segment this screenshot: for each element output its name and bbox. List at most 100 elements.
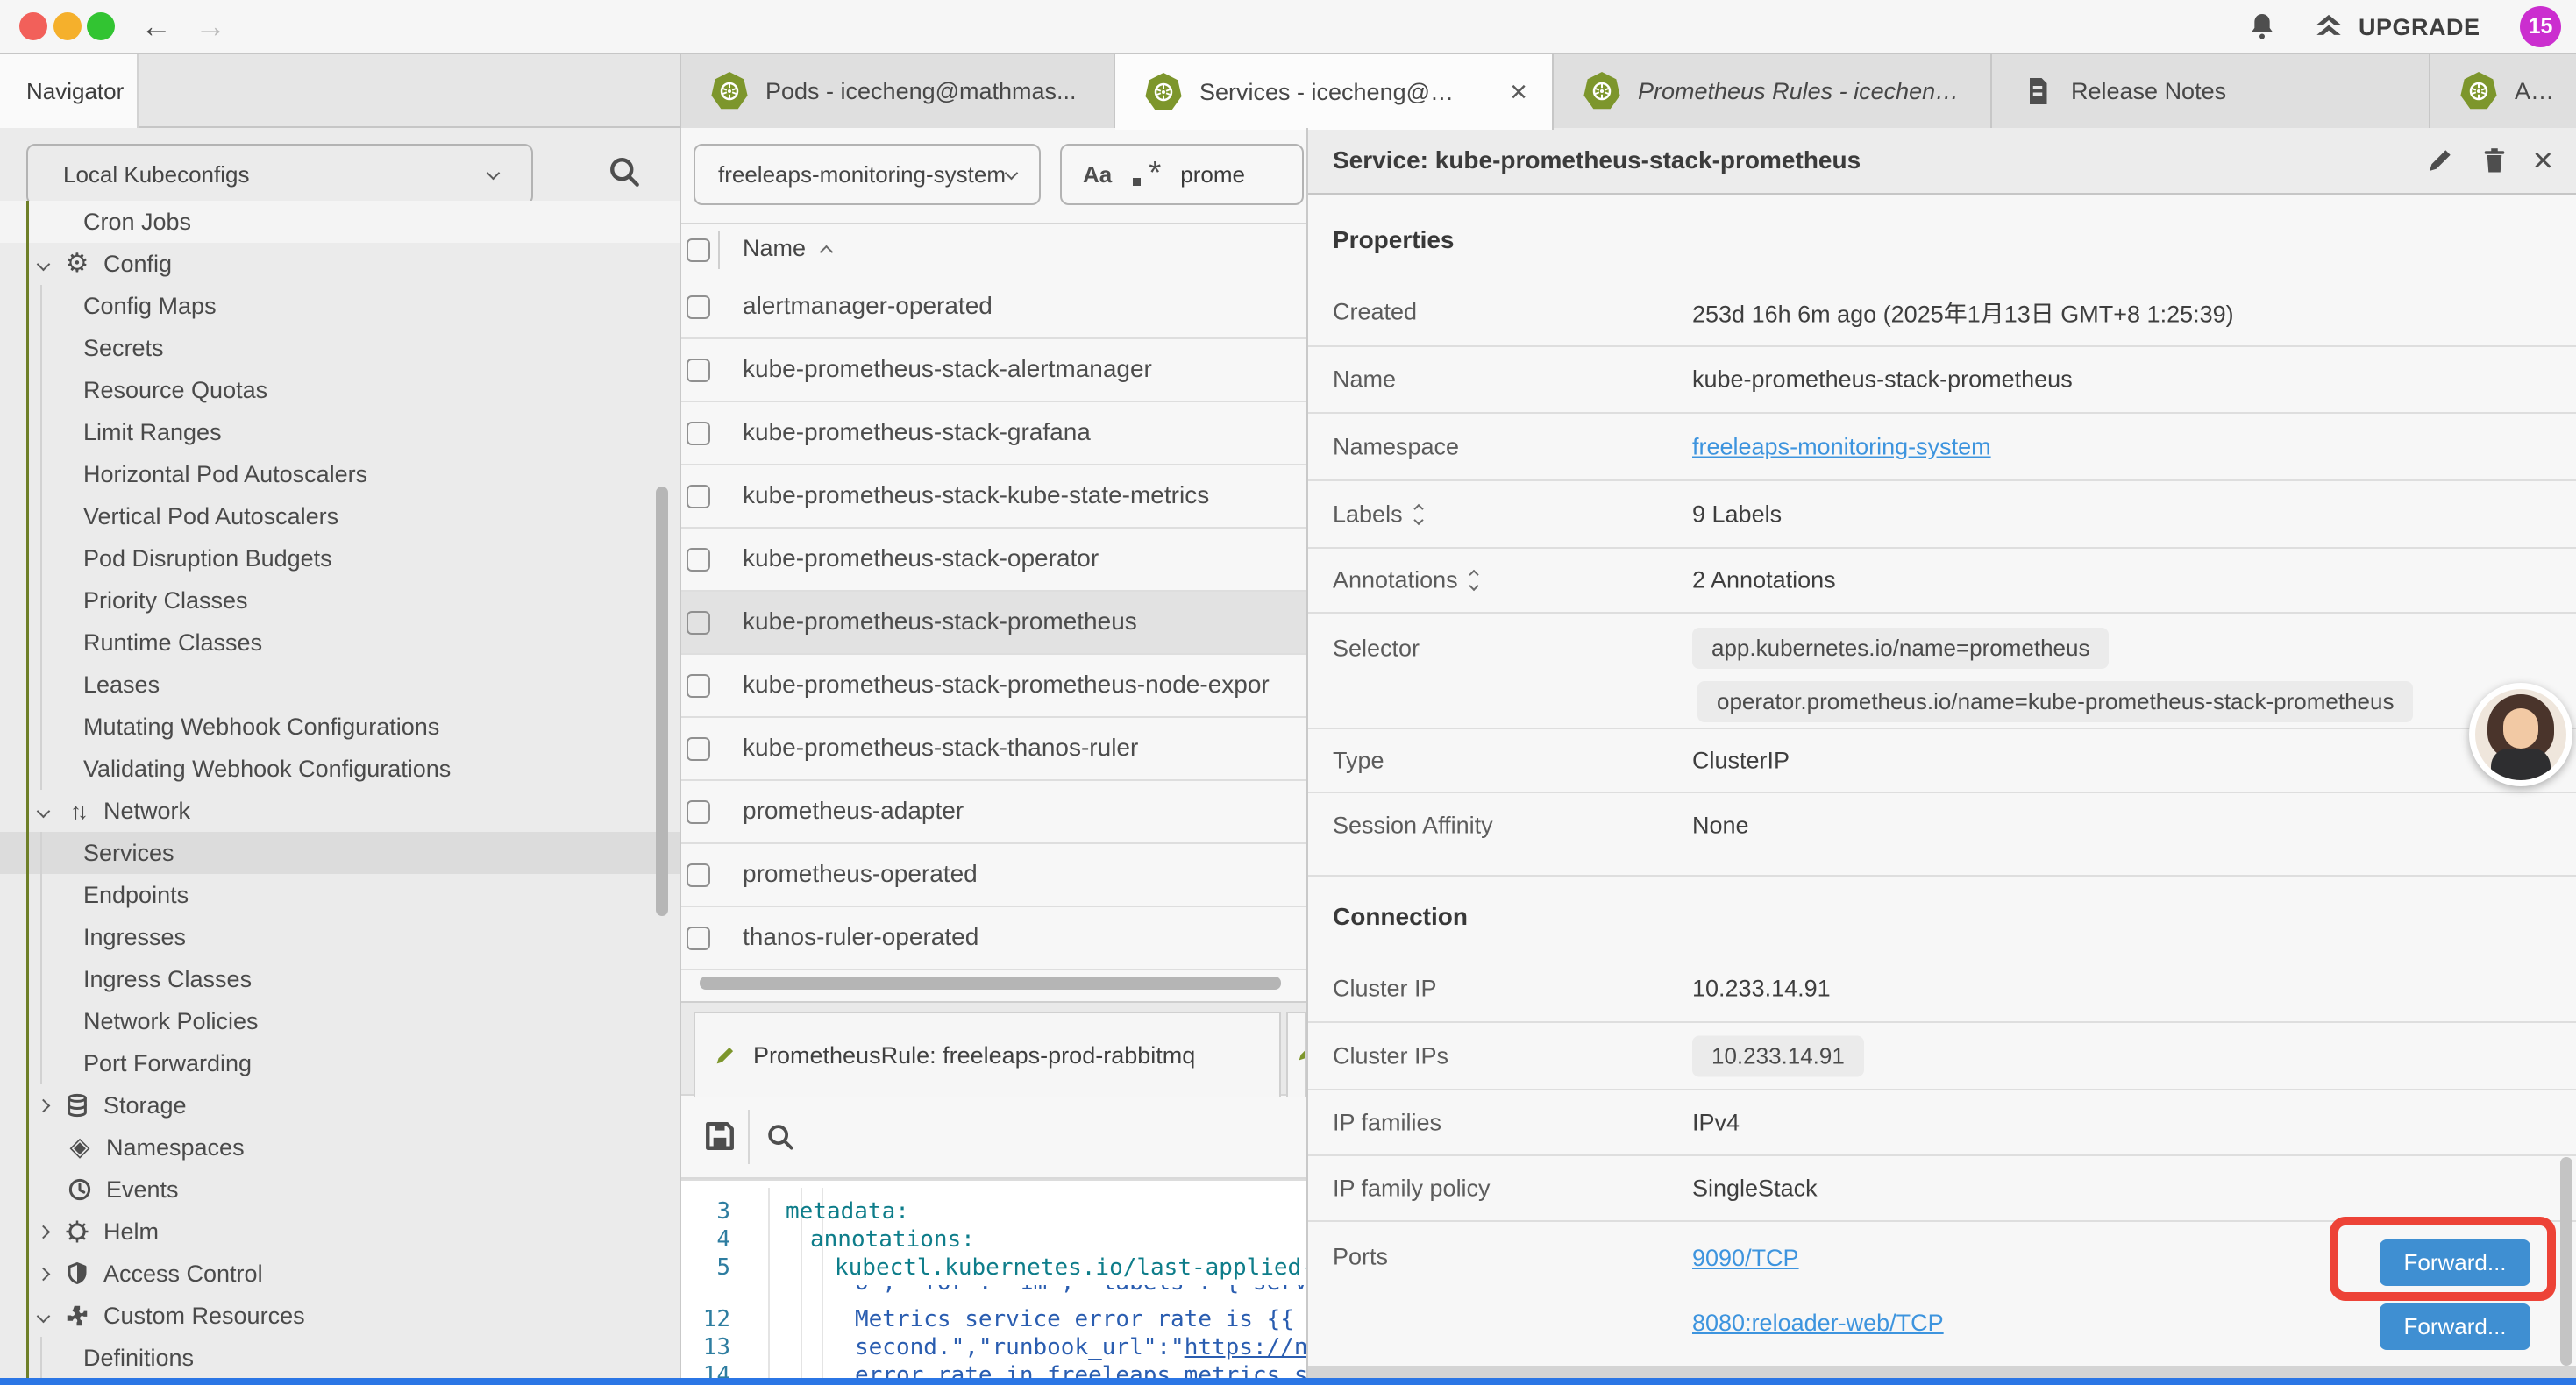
clock-icon (65, 1176, 95, 1203)
sidebar-search-icon[interactable] (605, 153, 644, 191)
sidebar-item-resource-quotas[interactable]: Resource Quotas (0, 369, 680, 411)
sidebar-item-leases[interactable]: Leases (0, 664, 680, 706)
row-checkbox[interactable] (687, 295, 710, 319)
name-filter-box[interactable]: Aa * (1060, 144, 1304, 205)
sidebar-item-secrets[interactable]: Secrets (0, 327, 680, 369)
sidebar-item-custom-resources[interactable]: Custom Resources (0, 1295, 680, 1337)
row-checkbox[interactable] (687, 548, 710, 572)
yaml-editor[interactable]: 3metadata: 4annotations: 5kubectl.kubern… (681, 1179, 1306, 1385)
tab-prometheus-rules[interactable]: Prometheus Rules - icecheng... (1554, 54, 1992, 128)
row-value: SingleStack (1692, 1175, 1818, 1202)
sidebar-item-mutating-webhook-configurations[interactable]: Mutating Webhook Configurations (0, 706, 680, 748)
sidebar-item-config-maps[interactable]: Config Maps (0, 285, 680, 327)
save-icon[interactable] (701, 1117, 739, 1155)
sidebar-item-helm[interactable]: Helm (0, 1211, 680, 1253)
sidebar-item-config[interactable]: ⚙Config (0, 243, 680, 285)
table-row[interactable]: prometheus-adapter (681, 781, 1306, 844)
table-row[interactable]: alertmanager-operated (681, 276, 1306, 339)
detail-footer-scroll-track (1308, 1366, 2576, 1378)
port-link-9090[interactable]: 9090/TCP (1692, 1245, 1799, 1272)
sidebar-item-priority-classes[interactable]: Priority Classes (0, 579, 680, 621)
row-checkbox[interactable] (687, 863, 710, 887)
expand-collapse-icon[interactable] (1470, 572, 1477, 590)
regex-toggle[interactable]: * (1131, 160, 1161, 189)
table-row[interactable]: kube-prometheus-stack-operator (681, 529, 1306, 592)
row-value: 2 Annotations (1692, 567, 1836, 594)
table-row[interactable]: kube-prometheus-stack-kube-state-metrics (681, 465, 1306, 529)
detail-scrollbar[interactable] (2560, 1157, 2572, 1366)
sidebar-item-events[interactable]: Events (0, 1168, 680, 1211)
sidebar-item-ingress-classes[interactable]: Ingress Classes (0, 958, 680, 1000)
tab-services[interactable]: Services - icecheng@math... × (1115, 54, 1554, 130)
sidebar-item-services[interactable]: Services (0, 832, 680, 874)
double-chevron-up-icon (2311, 10, 2346, 45)
table-row[interactable]: kube-prometheus-stack-alertmanager (681, 339, 1306, 402)
row-checkbox[interactable] (687, 927, 710, 950)
forward-button[interactable]: → (195, 7, 226, 46)
tab-pods[interactable]: Pods - icecheng@mathmas... (680, 54, 1115, 128)
sidebar-item-port-forwarding[interactable]: Port Forwarding (0, 1042, 680, 1084)
sidebar-item-endpoints[interactable]: Endpoints (0, 874, 680, 916)
select-all-checkbox[interactable] (687, 238, 710, 262)
row-checkbox[interactable] (687, 611, 710, 635)
edit-pencil-icon[interactable] (2424, 145, 2456, 176)
table-row-selected[interactable]: kube-prometheus-stack-prometheus (681, 592, 1306, 655)
notifications-bell-icon[interactable] (2245, 10, 2280, 45)
minimize-window-button[interactable] (53, 12, 82, 40)
code-link[interactable]: https://net (1185, 1334, 1306, 1360)
row-checkbox[interactable] (687, 422, 710, 445)
row-checkbox[interactable] (687, 359, 710, 382)
horizontal-scrollbar[interactable] (700, 977, 1281, 990)
match-case-toggle[interactable]: Aa (1083, 161, 1112, 188)
port-link-8080[interactable]: 8080:reloader-web/TCP (1692, 1310, 1944, 1337)
row-checkbox[interactable] (687, 485, 710, 508)
sidebar-item-namespaces[interactable]: ◈Namespaces (0, 1126, 680, 1168)
close-panel-icon[interactable]: × (2533, 145, 2553, 176)
row-checkbox[interactable] (687, 737, 710, 761)
tab-label: Pods - icecheng@mathmas... (765, 78, 1077, 105)
sidebar-item-horizontal-pod-autoscalers[interactable]: Horizontal Pod Autoscalers (0, 453, 680, 495)
sidebar-item-access-control[interactable]: Access Control (0, 1253, 680, 1295)
back-button[interactable]: ← (140, 7, 172, 46)
sidebar-item-cron-jobs[interactable]: Cron Jobs (0, 201, 680, 243)
row-checkbox[interactable] (687, 674, 710, 698)
sidebar-item-ingresses[interactable]: Ingresses (0, 916, 680, 958)
expand-collapse-icon[interactable] (1415, 505, 1422, 523)
sidebar-item-validating-webhook-configurations[interactable]: Validating Webhook Configurations (0, 748, 680, 790)
close-tab-icon[interactable]: × (1487, 75, 1527, 110)
namespace-filter-dropdown[interactable]: freeleaps-monitoring-system (694, 144, 1041, 205)
sidebar-item-network-policies[interactable]: Network Policies (0, 1000, 680, 1042)
sidebar-item-storage[interactable]: Storage (0, 1084, 680, 1126)
sidebar-item-limit-ranges[interactable]: Limit Ranges (0, 411, 680, 453)
table-row[interactable]: prometheus-operated (681, 844, 1306, 907)
maximize-window-button[interactable] (87, 12, 115, 40)
table-row[interactable]: thanos-ruler-operated (681, 907, 1306, 970)
editor-search-icon[interactable] (764, 1120, 797, 1154)
forward-port-button-8080[interactable]: Forward... (2380, 1303, 2530, 1350)
close-window-button[interactable] (19, 12, 47, 40)
sidebar-item-network[interactable]: ↑↓Network (0, 790, 680, 832)
delete-trash-icon[interactable] (2479, 145, 2510, 176)
tab-release-notes[interactable]: Release Notes (1992, 54, 2430, 128)
sidebar-item-vertical-pod-autoscalers[interactable]: Vertical Pod Autoscalers (0, 495, 680, 537)
editor-tab-prometheusrule[interactable]: PrometheusRule: freeleaps-prod-rabbitmq (694, 1012, 1281, 1097)
upgrade-button[interactable]: UPGRADE (2311, 10, 2480, 45)
sidebar-item-pod-disruption-budgets[interactable]: Pod Disruption Budgets (0, 537, 680, 579)
row-checkbox[interactable] (687, 800, 710, 824)
item-label: Config (103, 251, 172, 278)
table-row[interactable]: kube-prometheus-stack-grafana (681, 402, 1306, 465)
table-row[interactable]: kube-prometheus-stack-prometheus-node-ex… (681, 655, 1306, 718)
table-row[interactable]: kube-prometheus-stack-thanos-ruler (681, 718, 1306, 781)
sidebar-item-definitions[interactable]: Definitions (0, 1337, 680, 1379)
name-column-header[interactable]: Name (743, 235, 831, 262)
namespace-link[interactable]: freeleaps-monitoring-system (1692, 433, 1991, 460)
navigator-panel-tab[interactable]: Navigator (0, 54, 139, 128)
search-input[interactable] (1180, 161, 1285, 188)
kubeconfig-selector[interactable]: Local Kubeconfigs (26, 144, 533, 205)
account-badge[interactable]: 15 (2520, 6, 2561, 47)
editor-tab-next[interactable] (1286, 1012, 1306, 1097)
tab-argo[interactable]: Argo Se (2430, 54, 2576, 128)
avatar[interactable] (2469, 683, 2572, 786)
sidebar-item-runtime-classes[interactable]: Runtime Classes (0, 621, 680, 664)
sidebar-scrollbar[interactable] (656, 487, 668, 916)
